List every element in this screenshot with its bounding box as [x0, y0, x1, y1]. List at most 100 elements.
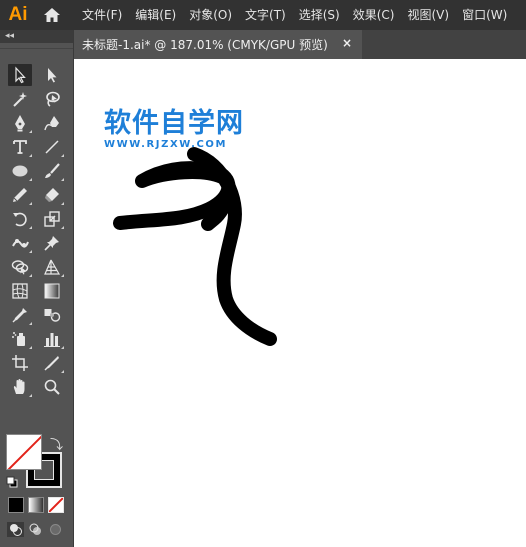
width-tool[interactable]	[8, 232, 32, 254]
tools-panel-header: ◂◂	[0, 30, 73, 43]
tool-group-indicator	[61, 370, 64, 373]
tool-group-indicator	[29, 394, 32, 397]
drawn-stroke-path[interactable]	[113, 161, 236, 231]
artboard-canvas[interactable]: 软件自学网 WWW.RJZXW.COM	[74, 59, 526, 547]
collapse-panel-icon[interactable]: ◂◂	[5, 30, 14, 42]
document-tab-title: 未标题-1.ai* @ 187.01% (CMYK/GPU 预览)	[82, 38, 328, 52]
pen-tool[interactable]	[8, 112, 32, 134]
main-menu: 文件(F) 编辑(E) 对象(O) 文字(T) 选择(S) 效果(C) 视图(V…	[82, 0, 520, 30]
menu-window[interactable]: 窗口(W)	[462, 0, 507, 30]
color-mode-row	[8, 497, 64, 513]
none-slash-icon	[49, 498, 63, 512]
shape-builder-icon	[11, 260, 29, 275]
eraser-tool[interactable]	[40, 184, 64, 206]
menu-effect[interactable]: 效果(C)	[353, 0, 395, 30]
draw-normal-button[interactable]	[7, 522, 24, 537]
draw-inside-button[interactable]	[47, 522, 64, 537]
shape-builder-tool[interactable]	[8, 256, 32, 278]
scale-icon	[44, 211, 60, 227]
ellipse-tool[interactable]	[8, 160, 32, 182]
eraser-icon	[45, 188, 59, 202]
tool-group-indicator	[61, 154, 64, 157]
line-segment-icon	[45, 140, 59, 154]
shaper-tool[interactable]	[8, 184, 32, 206]
magic-wand-tool[interactable]	[8, 88, 32, 110]
artboard-tool[interactable]	[8, 352, 32, 374]
fill-swatch[interactable]	[6, 434, 42, 470]
type-t-icon	[13, 140, 27, 154]
tool-group-indicator	[61, 202, 64, 205]
draw-behind-button[interactable]	[27, 522, 44, 537]
rotate-tool[interactable]	[8, 208, 32, 230]
paintbrush-tool[interactable]	[40, 160, 64, 182]
direct-selection-tool[interactable]	[40, 64, 64, 86]
document-tab-bar: 未标题-1.ai* @ 187.01% (CMYK/GPU 预览) ×	[74, 30, 526, 59]
eyedropper-tool[interactable]	[8, 304, 32, 326]
menu-file[interactable]: 文件(F)	[82, 0, 122, 30]
tool-group-indicator	[61, 178, 64, 181]
column-graph-icon	[44, 333, 60, 347]
menu-object[interactable]: 对象(O)	[189, 0, 232, 30]
none-mode-button[interactable]	[48, 497, 64, 513]
lasso-tool[interactable]	[40, 88, 64, 110]
gradient-mode-button[interactable]	[28, 497, 44, 513]
menu-type[interactable]: 文字(T)	[245, 0, 286, 30]
hand-tool[interactable]	[8, 376, 32, 398]
menu-edit[interactable]: 编辑(E)	[135, 0, 176, 30]
tool-group-indicator	[29, 322, 32, 325]
tool-group-indicator	[29, 178, 32, 181]
close-tab-icon[interactable]: ×	[342, 36, 352, 50]
hand-icon	[13, 379, 25, 394]
tool-group-indicator	[61, 346, 64, 349]
pin-icon	[44, 236, 59, 251]
drawn-stroke-tail[interactable]	[187, 147, 277, 346]
draw-mode-row	[7, 522, 64, 537]
perspective-grid-tool[interactable]	[40, 256, 64, 278]
eyedropper-icon	[12, 308, 27, 323]
zoom-tool[interactable]	[40, 376, 64, 398]
tool-group-indicator	[29, 130, 32, 133]
zoom-magnifier-icon	[44, 379, 60, 395]
rotate-icon	[13, 212, 27, 227]
tool-group-indicator	[29, 250, 32, 253]
app-logo: Ai	[8, 4, 28, 25]
tool-group-indicator	[29, 346, 32, 349]
panel-grip[interactable]	[0, 43, 73, 49]
menu-select[interactable]: 选择(S)	[299, 0, 340, 30]
default-fill-stroke-icon[interactable]	[6, 476, 18, 488]
document-tab[interactable]: 未标题-1.ai* @ 187.01% (CMYK/GPU 预览) ×	[74, 30, 362, 59]
home-icon	[44, 8, 60, 22]
menu-view[interactable]: 视图(V)	[407, 0, 449, 30]
draw-inside-icon	[50, 524, 61, 535]
fill-stroke-control: ⤵	[4, 432, 70, 492]
blend-tool[interactable]	[40, 304, 64, 326]
magic-wand-icon	[13, 92, 27, 107]
home-button[interactable]	[36, 0, 68, 30]
scale-tool[interactable]	[40, 208, 64, 230]
gradient-icon	[44, 283, 60, 299]
blend-icon	[44, 309, 61, 322]
ellipse-icon	[12, 165, 28, 177]
color-mode-button[interactable]	[8, 497, 24, 513]
tool-group-indicator	[29, 154, 32, 157]
puppet-warp-icon	[12, 239, 29, 248]
none-slash-icon	[7, 435, 41, 469]
column-graph-tool[interactable]	[40, 328, 64, 350]
type-tool[interactable]	[8, 136, 32, 158]
menu-bar: Ai 文件(F) 编辑(E) 对象(O) 文字(T) 选择(S) 效果(C) 视…	[0, 0, 526, 30]
curvature-tool[interactable]	[40, 112, 64, 134]
slice-tool[interactable]	[40, 352, 64, 374]
symbol-sprayer-tool[interactable]	[8, 328, 32, 350]
line-segment-tool[interactable]	[40, 136, 64, 158]
mesh-icon	[12, 283, 28, 299]
mesh-tool[interactable]	[8, 280, 32, 302]
pencil-icon	[13, 188, 27, 202]
selection-tool[interactable]	[8, 64, 32, 86]
drawn-artwork	[113, 147, 277, 346]
gradient-tool[interactable]	[40, 280, 64, 302]
draw-behind-icon	[29, 523, 41, 535]
pen-icon	[15, 115, 25, 132]
puppet-pin-tool[interactable]	[40, 232, 64, 254]
slice-knife-icon	[44, 356, 59, 371]
swap-fill-stroke-icon[interactable]: ⤵	[50, 434, 63, 453]
